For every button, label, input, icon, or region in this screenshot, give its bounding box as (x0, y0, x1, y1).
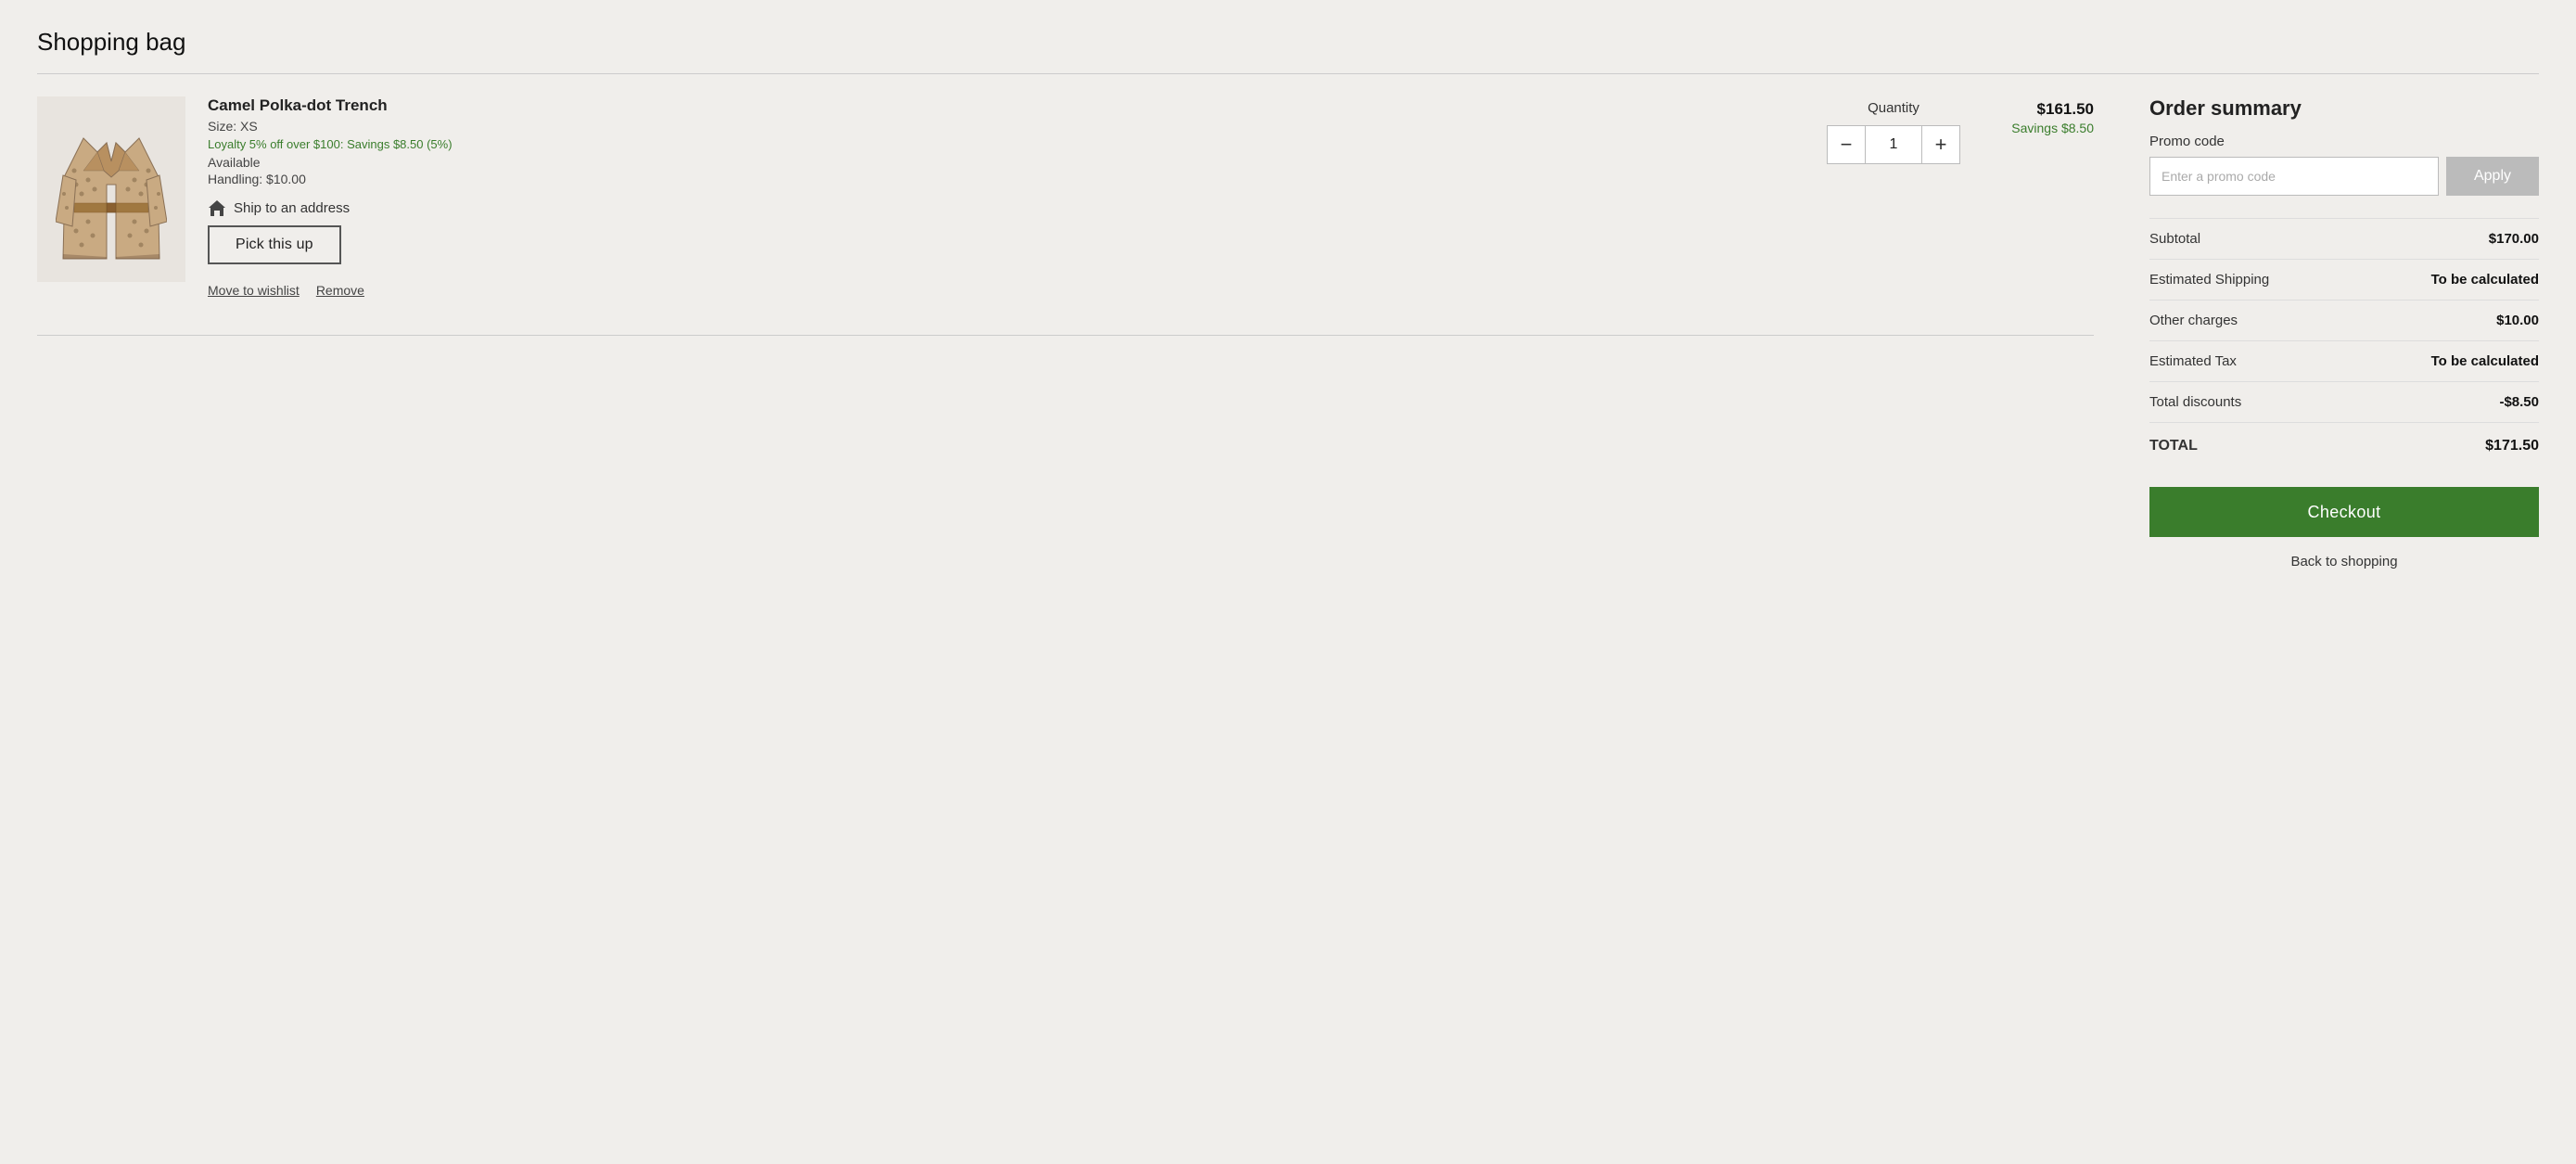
order-summary-section: Order summary Promo code Apply Subtotal … (2149, 96, 2539, 569)
quantity-section: Quantity − 1 + (1827, 96, 1960, 164)
ship-to-icon (208, 199, 226, 216)
summary-row-total: TOTAL $171.50 (2149, 423, 2539, 467)
tax-value: To be calculated (2431, 353, 2539, 369)
increase-quantity-button[interactable]: + (1921, 125, 1960, 164)
shipping-label: Estimated Shipping (2149, 272, 2269, 288)
remove-link[interactable]: Remove (316, 283, 364, 298)
promo-label: Promo code (2149, 134, 2539, 149)
summary-row-tax: Estimated Tax To be calculated (2149, 341, 2539, 382)
total-value: $171.50 (2485, 438, 2539, 454)
apply-promo-button[interactable]: Apply (2446, 157, 2539, 196)
quantity-value: 1 (1866, 125, 1921, 164)
page-title: Shopping bag (37, 28, 2539, 57)
ship-row: Ship to an address (208, 199, 1804, 216)
summary-row-subtotal: Subtotal $170.00 (2149, 219, 2539, 260)
cart-bottom-divider (37, 335, 2094, 336)
cart-item: Camel Polka-dot Trench Size: XS Loyalty … (37, 96, 2094, 327)
item-size: Size: XS (208, 119, 1804, 134)
other-charges-label: Other charges (2149, 313, 2238, 328)
ship-icon (208, 199, 226, 216)
item-availability: Available (208, 155, 1804, 170)
item-actions: Move to wishlist Remove (208, 283, 1804, 298)
promo-code-input[interactable] (2149, 157, 2439, 196)
summary-rows: Subtotal $170.00 Estimated Shipping To b… (2149, 218, 2539, 467)
other-charges-value: $10.00 (2496, 313, 2539, 328)
shipping-value: To be calculated (2431, 272, 2539, 288)
item-details: Camel Polka-dot Trench Size: XS Loyalty … (208, 96, 1804, 298)
pick-up-button[interactable]: Pick this up (208, 225, 341, 264)
item-name: Camel Polka-dot Trench (208, 96, 1804, 115)
quantity-controls: − 1 + (1827, 125, 1960, 164)
main-divider (37, 73, 2539, 74)
item-image (37, 96, 185, 282)
discounts-value: -$8.50 (2499, 394, 2539, 410)
item-savings: Savings $8.50 (2011, 121, 2094, 135)
coat-illustration (56, 110, 167, 268)
summary-row-discounts: Total discounts -$8.50 (2149, 382, 2539, 423)
quantity-label: Quantity (1868, 100, 1919, 116)
order-summary-title: Order summary (2149, 96, 2539, 121)
item-price: $161.50 (2037, 100, 2094, 119)
discounts-label: Total discounts (2149, 394, 2241, 410)
promo-row: Apply (2149, 157, 2539, 196)
summary-row-shipping: Estimated Shipping To be calculated (2149, 260, 2539, 301)
checkout-button[interactable]: Checkout (2149, 487, 2539, 537)
item-loyalty: Loyalty 5% off over $100: Savings $8.50 … (208, 137, 1804, 151)
back-to-shopping-link[interactable]: Back to shopping (2149, 554, 2539, 569)
ship-label: Ship to an address (234, 200, 350, 216)
tax-label: Estimated Tax (2149, 353, 2237, 369)
subtotal-label: Subtotal (2149, 231, 2200, 247)
decrease-quantity-button[interactable]: − (1827, 125, 1866, 164)
main-layout: Camel Polka-dot Trench Size: XS Loyalty … (37, 96, 2539, 569)
item-handling: Handling: $10.00 (208, 172, 1804, 186)
move-to-wishlist-link[interactable]: Move to wishlist (208, 283, 300, 298)
subtotal-value: $170.00 (2489, 231, 2539, 247)
total-label: TOTAL (2149, 438, 2198, 454)
cart-section: Camel Polka-dot Trench Size: XS Loyalty … (37, 96, 2094, 336)
price-section: $161.50 Savings $8.50 (1983, 96, 2094, 135)
summary-row-other-charges: Other charges $10.00 (2149, 301, 2539, 341)
